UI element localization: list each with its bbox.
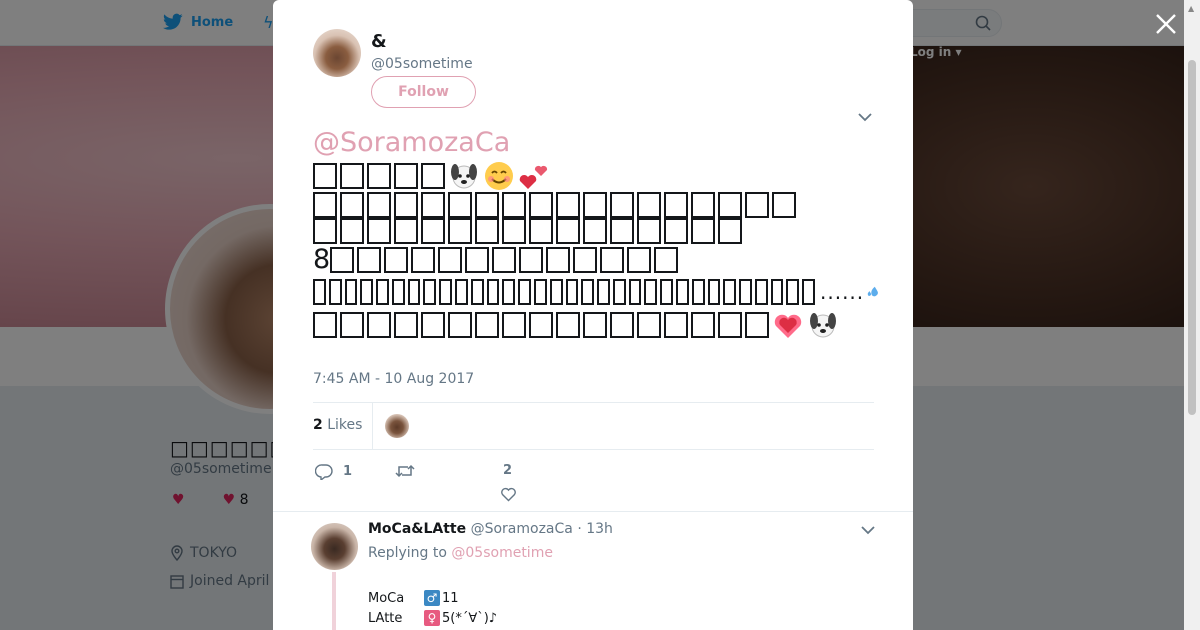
dog-face-icon bbox=[451, 163, 477, 188]
scroll-up-icon[interactable]: ▲ bbox=[1188, 4, 1194, 13]
male-sign-icon: ♂ bbox=[424, 590, 440, 606]
liker-avatar[interactable] bbox=[385, 414, 409, 438]
reply-icon bbox=[315, 464, 333, 480]
tweet-line-5: ...... bbox=[313, 276, 883, 309]
follow-button[interactable]: Follow bbox=[371, 76, 476, 108]
chevron-down-icon[interactable] bbox=[861, 524, 875, 536]
tweet-line-4: 8 bbox=[313, 244, 883, 277]
tweet-text: @SoramozaCa 8 ...... bbox=[313, 127, 883, 341]
retweet-icon bbox=[395, 464, 415, 478]
reply-tweet[interactable]: MoCa&LAtte @SoramozaCa · 13h Replying to… bbox=[273, 512, 913, 630]
reply-header: MoCa&LAtte @SoramozaCa · 13h bbox=[368, 521, 613, 537]
dog-face-icon bbox=[810, 312, 836, 337]
replying-prefix: Replying to bbox=[368, 545, 447, 561]
tweet-modal: & @05sometime Follow @SoramozaCa 8 .....… bbox=[273, 0, 913, 630]
stats-divider bbox=[372, 403, 373, 449]
chevron-down-icon[interactable] bbox=[858, 111, 872, 123]
tweet-line-6 bbox=[313, 309, 883, 341]
like-count: 2 bbox=[503, 463, 513, 478]
sweat-droplets-icon bbox=[867, 286, 878, 297]
tweet-timestamp[interactable]: 7:45 AM - 10 Aug 2017 bbox=[313, 371, 474, 387]
reply-avatar[interactable] bbox=[311, 523, 358, 570]
tweet-line-1 bbox=[313, 160, 883, 192]
reply-author-handle[interactable]: @SoramozaCa bbox=[471, 521, 573, 537]
replying-to: Replying to @05sometime bbox=[368, 545, 553, 561]
heart-icon bbox=[501, 487, 516, 502]
growing-heart-icon bbox=[774, 314, 802, 338]
tweet-number: 8 bbox=[313, 243, 331, 275]
tweet-ellipsis: ...... bbox=[820, 280, 865, 304]
smiling-face-icon bbox=[485, 161, 513, 190]
tweet-line-3 bbox=[313, 217, 883, 244]
page-scrollbar[interactable]: ▲ bbox=[1184, 0, 1200, 630]
reply-text-line-2: LAtte ♀ 5(*´∀`)♪ bbox=[368, 610, 498, 626]
two-hearts-icon bbox=[519, 165, 548, 189]
like-count-label[interactable]: 2 bbox=[503, 463, 512, 478]
reply-text-line-1: MoCa ♂ 11 bbox=[368, 590, 459, 606]
replying-to-link[interactable]: @05sometime bbox=[451, 545, 553, 561]
reply-author-name[interactable]: MoCa&LAtte bbox=[368, 521, 466, 537]
tweet-line-2 bbox=[313, 191, 883, 218]
tweet-actions: 1 2 bbox=[313, 460, 874, 504]
reply-count: 1 bbox=[343, 464, 353, 479]
reply-time[interactable]: · 13h bbox=[577, 521, 613, 537]
scrollbar-thumb[interactable] bbox=[1188, 60, 1196, 415]
likes-count[interactable]: 2 Likes bbox=[313, 417, 362, 433]
reply-button[interactable]: 1 bbox=[315, 463, 352, 480]
retweet-button[interactable] bbox=[395, 463, 425, 479]
thread-line bbox=[332, 572, 336, 630]
tweet-stats: 2 Likes bbox=[313, 402, 874, 450]
tweet-mention[interactable]: @SoramozaCa bbox=[313, 127, 510, 160]
like-button[interactable] bbox=[500, 486, 517, 502]
author-handle[interactable]: @05sometime bbox=[371, 56, 473, 72]
author-name[interactable]: & bbox=[371, 31, 387, 52]
author-avatar[interactable] bbox=[313, 29, 361, 77]
close-icon[interactable] bbox=[1153, 11, 1179, 37]
female-sign-icon: ♀ bbox=[424, 610, 440, 626]
